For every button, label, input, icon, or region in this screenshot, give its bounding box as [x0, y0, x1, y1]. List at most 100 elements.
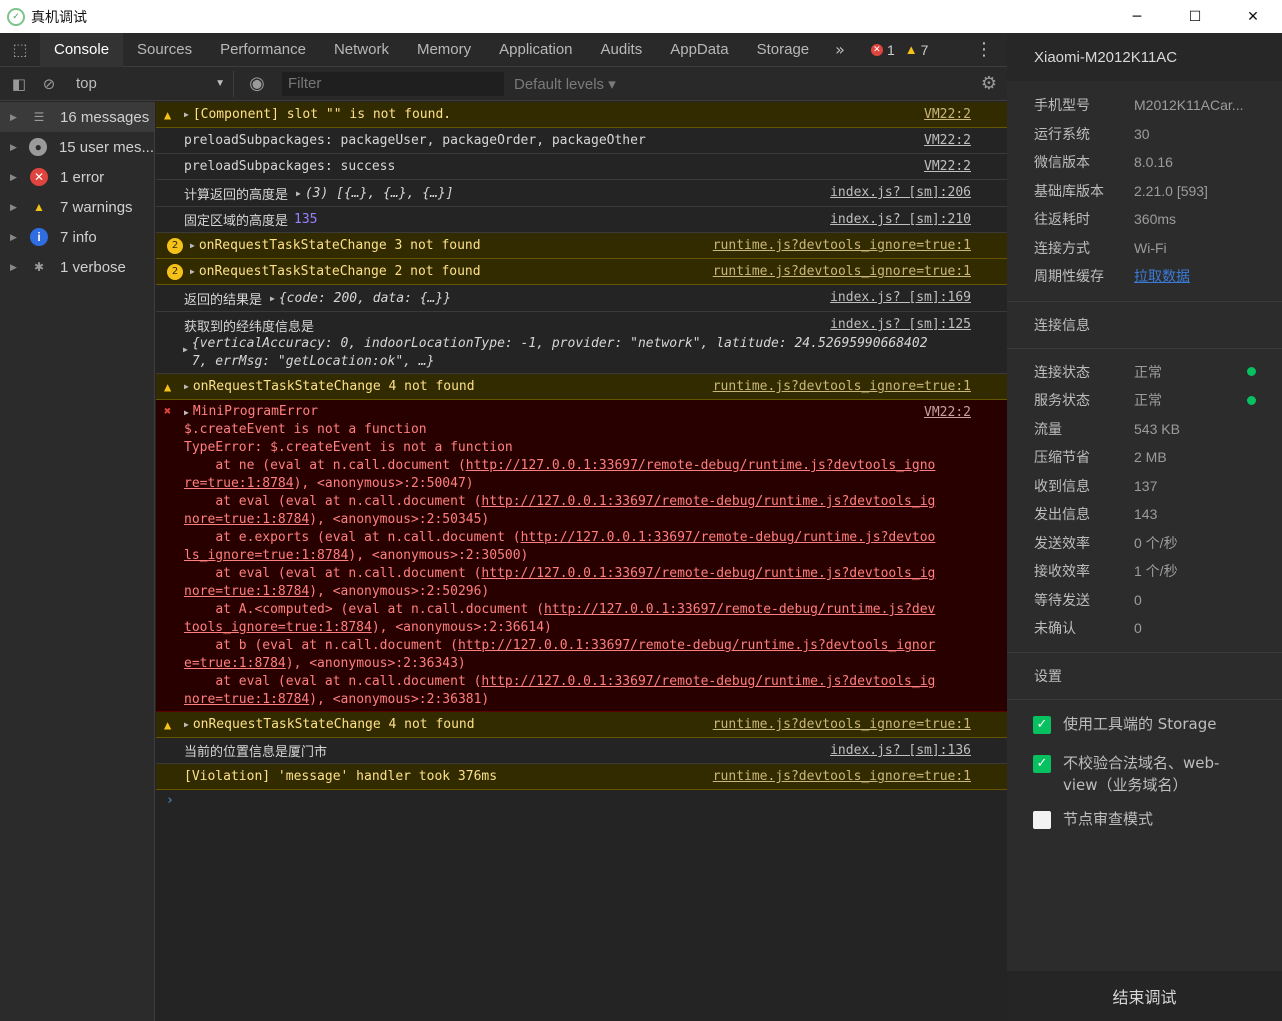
source-link[interactable]: VM22:2 — [924, 405, 971, 420]
close-button[interactable]: ✕ — [1224, 0, 1282, 33]
tab-performance[interactable]: Performance — [206, 33, 320, 67]
tab-appdata[interactable]: AppData — [656, 33, 742, 67]
console-message[interactable]: 获取到的经纬度信息是 ▶ {verticalAccuracy: 0, indoo… — [156, 312, 1007, 374]
console-messages: ▲ ▶ [Component] slot "" is not found. VM… — [156, 102, 1007, 1021]
stack-trace-line[interactable]: at eval (eval at n.call.document (http:/… — [184, 493, 971, 511]
source-link[interactable]: VM22:2 — [924, 133, 971, 148]
inspect-element-icon[interactable]: ⬚ — [0, 33, 40, 67]
console-message-error[interactable]: ✖ ▶ MiniProgramError $.createEvent is not… — [156, 400, 1007, 712]
info-row: 往返耗时 360ms — [1007, 205, 1282, 234]
expand-arrow-icon[interactable]: ▶ — [190, 267, 195, 276]
expand-arrow-icon[interactable]: ▶ — [190, 241, 195, 250]
setting-checkbox-row[interactable]: ✓ 使用工具端的 Storage — [1007, 713, 1282, 735]
message-text: onRequestTaskStateChange 2 not found — [198, 264, 481, 279]
stack-trace-line[interactable]: tools_ignore=true:1:8784), <anonymous>:2… — [184, 619, 971, 637]
stack-trace-line[interactable]: nore=true:1:8784), <anonymous>:2:50345) — [184, 511, 971, 529]
expand-arrow-icon[interactable]: ▶ — [184, 408, 189, 417]
source-link[interactable]: runtime.js?devtools_ignore=true:1 — [713, 379, 971, 394]
filter-input[interactable] — [282, 71, 504, 96]
source-link[interactable]: index.js? [sm]:169 — [830, 290, 971, 305]
sidebar-item-user-messages[interactable]: ▶ ● 15 user mes... — [0, 132, 154, 162]
source-link[interactable]: index.js? [sm]:210 — [830, 212, 971, 227]
sidebar-item-messages[interactable]: ▶ ☰ 16 messages — [0, 102, 154, 132]
tab-console[interactable]: Console — [40, 32, 124, 67]
more-options-icon[interactable]: ⋮ — [975, 39, 993, 60]
stack-trace-line[interactable]: at e.exports (eval at n.call.document (h… — [184, 529, 971, 547]
tab-sources[interactable]: Sources — [123, 33, 206, 67]
warning-icon: ▲ — [904, 42, 918, 57]
stack-trace-line[interactable]: e=true:1:8784), <anonymous>:2:36343) — [184, 655, 971, 673]
expand-arrow-icon[interactable]: ▶ — [184, 110, 189, 119]
console-message-violation[interactable]: [Violation] 'message' handler took 376ms… — [156, 764, 1007, 790]
console-message-warning[interactable]: 2 ▶ onRequestTaskStateChange 3 not found… — [156, 233, 1007, 259]
tab-application[interactable]: Application — [485, 33, 586, 67]
log-levels-dropdown[interactable]: Default levels ▾ — [514, 75, 616, 93]
info-value: 543 KB — [1134, 420, 1180, 437]
setting-checkbox-row[interactable]: ✓ 不校验合法域名、web-view（业务域名） — [1007, 752, 1282, 796]
console-message[interactable]: 固定区域的高度是 135 index.js? [sm]:210 — [156, 207, 1007, 233]
expand-arrow-icon[interactable]: ▶ — [184, 720, 189, 729]
stack-trace-line[interactable]: at ne (eval at n.call.document (http://1… — [184, 457, 971, 475]
console-message[interactable]: 返回的结果是 ▶ {code: 200, data: {…}} index.js… — [156, 285, 1007, 312]
source-link[interactable]: index.js? [sm]:136 — [830, 743, 971, 758]
source-link[interactable]: index.js? [sm]:206 — [830, 185, 971, 200]
stack-trace-line[interactable]: at A.<computed> (eval at n.call.document… — [184, 601, 971, 619]
sidebar-toggle-icon[interactable]: ◧ — [4, 75, 34, 93]
source-link[interactable]: runtime.js?devtools_ignore=true:1 — [713, 238, 971, 253]
source-link[interactable]: index.js? [sm]:125 — [830, 317, 971, 332]
gear-icon[interactable]: ⚙ — [981, 73, 997, 94]
fetch-data-link[interactable]: 拉取数据 — [1134, 266, 1190, 286]
end-debug-button[interactable]: 结束调试 — [1007, 971, 1282, 1021]
tab-memory[interactable]: Memory — [403, 33, 485, 67]
clear-console-icon[interactable]: ⊘ — [34, 75, 64, 93]
context-select[interactable]: top ▼ — [64, 70, 234, 97]
checkbox[interactable]: ✓ — [1033, 715, 1051, 734]
minimize-button[interactable]: ─ — [1108, 0, 1166, 33]
source-link[interactable]: runtime.js?devtools_ignore=true:1 — [713, 717, 971, 732]
expand-arrow-icon[interactable]: ▶ — [270, 294, 275, 303]
stack-trace-line[interactable]: nore=true:1:8784), <anonymous>:2:50296) — [184, 583, 971, 601]
stack-trace-line[interactable]: at eval (eval at n.call.document (http:/… — [184, 673, 971, 691]
error-title: MiniProgramError — [192, 404, 319, 419]
console-message[interactable]: 当前的位置信息是厦门市 index.js? [sm]:136 — [156, 738, 1007, 764]
more-tabs-icon[interactable]: » — [823, 40, 857, 59]
stack-trace-line[interactable]: at eval (eval at n.call.document (http:/… — [184, 565, 971, 583]
sidebar-item-errors[interactable]: ▶ ✕ 1 error — [0, 162, 154, 192]
console-message[interactable]: 计算返回的高度是 ▶ (3) [{…}, {…}, {…}] index.js?… — [156, 180, 1007, 207]
maximize-button[interactable]: ☐ — [1166, 0, 1224, 33]
warning-icon: ▲ — [164, 718, 172, 732]
source-link[interactable]: VM22:2 — [924, 159, 971, 174]
issue-counts[interactable]: ✕ 1 ▲ 7 — [870, 42, 928, 58]
tab-network[interactable]: Network — [320, 33, 403, 67]
expand-arrow-icon[interactable]: ▶ — [183, 345, 188, 354]
console-message-warning[interactable]: ▲ ▶ onRequestTaskStateChange 4 not found… — [156, 712, 1007, 738]
expand-arrow-icon[interactable]: ▶ — [184, 382, 189, 391]
info-key: 连接状态 — [1034, 364, 1090, 381]
source-link[interactable]: runtime.js?devtools_ignore=true:1 — [713, 769, 971, 784]
console-message-warning[interactable]: ▲ ▶ [Component] slot "" is not found. VM… — [156, 102, 1007, 128]
stack-trace-line[interactable]: nore=true:1:8784), <anonymous>:2:36381) — [184, 691, 971, 709]
console-message[interactable]: preloadSubpackages: packageUser, package… — [156, 128, 1007, 154]
expand-arrow-icon[interactable]: ▶ — [296, 189, 301, 198]
console-prompt[interactable]: › — [156, 790, 1007, 814]
console-message-warning[interactable]: 2 ▶ onRequestTaskStateChange 2 not found… — [156, 259, 1007, 285]
source-link[interactable]: runtime.js?devtools_ignore=true:1 — [713, 264, 971, 279]
status-dot-icon — [1247, 395, 1256, 405]
stack-trace-line[interactable]: re=true:1:8784), <anonymous>:2:50047) — [184, 475, 971, 493]
sidebar-item-warnings[interactable]: ▶ ▲ 7 warnings — [0, 192, 154, 222]
source-link[interactable]: VM22:2 — [924, 107, 971, 122]
checkbox[interactable]: ✓ — [1033, 754, 1051, 773]
live-expression-eye-icon[interactable]: ◉ — [242, 73, 272, 94]
checkbox[interactable] — [1033, 810, 1051, 829]
sidebar-item-info[interactable]: ▶ i 7 info — [0, 222, 154, 252]
tab-audits[interactable]: Audits — [587, 33, 657, 67]
sidebar-item-verbose[interactable]: ▶ ✱ 1 verbose — [0, 252, 154, 282]
tab-storage[interactable]: Storage — [743, 33, 824, 67]
info-row: 压缩节省 2 MB — [1007, 443, 1282, 472]
stack-trace-line[interactable]: ls_ignore=true:1:8784), <anonymous>:2:30… — [184, 547, 971, 565]
setting-checkbox-row[interactable]: 节点审查模式 — [1007, 808, 1282, 830]
console-message[interactable]: preloadSubpackages: success VM22:2 — [156, 154, 1007, 180]
info-row: 发送效率 0 个/秒 — [1007, 529, 1282, 558]
console-message-warning[interactable]: ▲ ▶ onRequestTaskStateChange 4 not found… — [156, 374, 1007, 400]
stack-trace-line[interactable]: at b (eval at n.call.document (http://12… — [184, 637, 971, 655]
